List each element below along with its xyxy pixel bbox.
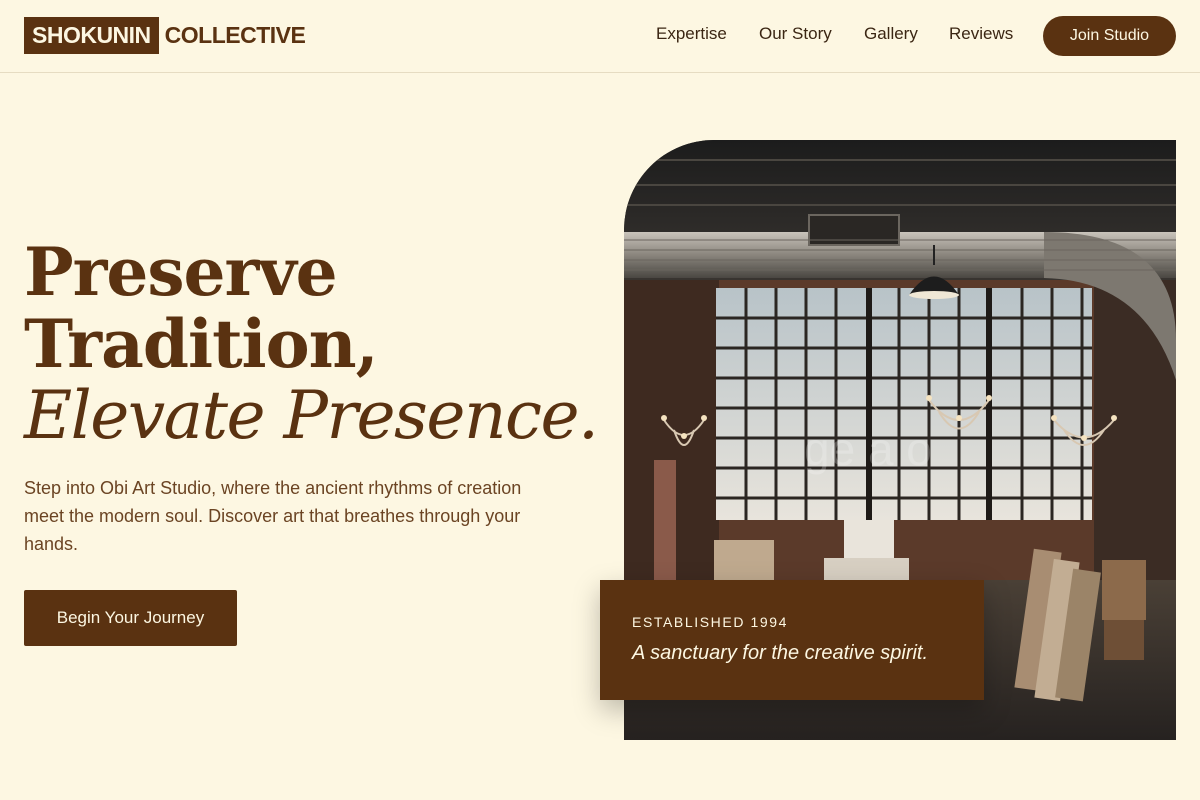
nav-link-reviews[interactable]: Reviews — [949, 24, 1013, 44]
logo[interactable]: SHOKUNIN COLLECTIVE — [24, 17, 306, 54]
established-label: ESTABLISHED 1994 — [632, 614, 789, 630]
headline-line-1: Preserve — [24, 233, 338, 311]
svg-text:ge a o: ge a o — [804, 423, 932, 475]
logo-mark: SHOKUNIN — [24, 17, 159, 54]
begin-journey-button[interactable]: Begin Your Journey — [24, 590, 237, 646]
sanctuary-tagline: A sanctuary for the creative spirit. — [632, 642, 929, 664]
hero-headline: Preserve Tradition, Elevate Presence. — [24, 233, 599, 454]
headline-line-3: Elevate Presence. — [24, 377, 599, 454]
headline-line-2: Tradition, — [24, 305, 379, 383]
established-caption-card: ESTABLISHED 1994 A sanctuary for the cre… — [600, 580, 984, 700]
nav-link-expertise[interactable]: Expertise — [656, 24, 727, 44]
hero-subcopy: Step into Obi Art Studio, where the anci… — [24, 478, 522, 554]
site-header: SHOKUNIN COLLECTIVE Expertise Our Story … — [0, 0, 1200, 73]
join-studio-button[interactable]: Join Studio — [1043, 16, 1176, 56]
logo-text: COLLECTIVE — [164, 22, 306, 48]
nav-link-gallery[interactable]: Gallery — [864, 24, 918, 44]
nav-link-our-story[interactable]: Our Story — [759, 24, 832, 44]
